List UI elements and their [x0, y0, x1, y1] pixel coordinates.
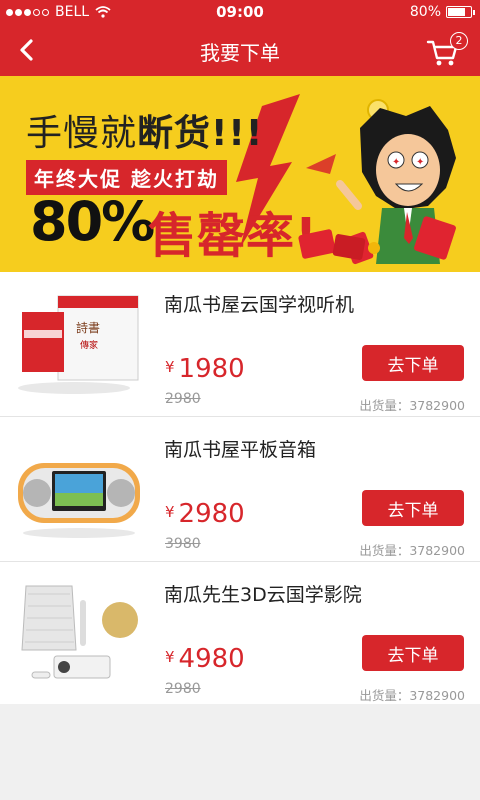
price-value: 4980: [178, 644, 245, 674]
order-button[interactable]: 去下单: [362, 345, 464, 381]
cart-button[interactable]: 2: [426, 32, 468, 68]
product-old-price: 2980: [165, 681, 201, 697]
currency-symbol: ¥: [165, 503, 175, 521]
svg-text:傳家: 傳家: [80, 339, 98, 351]
red-envelopes-decoration: [298, 229, 380, 260]
order-button[interactable]: 去下单: [362, 490, 464, 526]
product-price: ¥4980: [165, 644, 245, 674]
sales-label: 出货量：: [359, 543, 410, 558]
product-item[interactable]: 詩書 傳家 南瓜书屋云国学视听机 ¥1980 2980 去下单 出货量：3782…: [0, 272, 480, 417]
product-sales: 出货量：3782900: [359, 540, 465, 559]
svg-text:詩書: 詩書: [76, 321, 100, 335]
product-sales: 出货量：3782900: [359, 395, 465, 414]
product-item[interactable]: 南瓜先生3D云国学影院 ¥4980 2980 去下单 出货量：3782900: [0, 562, 480, 704]
product-price: ¥2980: [165, 499, 245, 529]
product-name: 南瓜先生3D云国学影院: [164, 584, 362, 606]
product-name: 南瓜书屋平板音箱: [164, 439, 317, 461]
sales-count: 3782900: [409, 543, 465, 558]
svg-text:✦: ✦: [392, 157, 400, 168]
battery-percent: 80%: [409, 4, 441, 20]
currency-symbol: ¥: [165, 358, 175, 376]
product-image-box-player: 詩書 傳家: [18, 295, 139, 394]
price-value: 1980: [178, 354, 245, 384]
cart-count-badge: 2: [450, 32, 468, 50]
product-image-projector: [21, 585, 138, 679]
order-button[interactable]: 去下单: [362, 635, 464, 671]
product-list: 詩書 傳家 南瓜书屋云国学视听机 ¥1980 2980 去下单 出货量：3782…: [0, 272, 480, 704]
sales-count: 3782900: [409, 398, 465, 413]
sales-count: 3782900: [409, 688, 465, 703]
page-title: 我要下单: [200, 41, 280, 65]
nav-bar: 我要下单 2: [0, 24, 480, 76]
currency-symbol: ¥: [165, 648, 175, 666]
promo-banner[interactable]: 手慢就断货!!! 年终大促 趁火打劫 80% 售罄率! ✦ ✦: [0, 76, 480, 272]
status-right: 80%: [409, 4, 475, 20]
status-bar: BELL 09:00 80%: [0, 0, 480, 24]
product-image-speaker: [18, 463, 140, 538]
banner-headline-bold: 断货!!!: [137, 113, 264, 154]
battery-icon: [446, 6, 475, 18]
product-old-price: 3980: [165, 536, 201, 552]
battery-fill: [448, 8, 466, 16]
banner-headline: 手慢就断货!!!: [26, 104, 263, 156]
product-sales: 出货量：3782900: [359, 685, 465, 704]
product-item[interactable]: 南瓜书屋平板音箱 ¥2980 3980 去下单 出货量：3782900: [0, 417, 480, 562]
product-price: ¥1980: [165, 354, 245, 384]
sales-label: 出货量：: [359, 688, 410, 703]
banner-headline-prefix: 手慢就: [26, 113, 138, 154]
price-value: 2980: [178, 499, 245, 529]
product-old-price: 2980: [165, 391, 201, 407]
sales-label: 出货量：: [359, 398, 410, 413]
banner-percent: 80%: [30, 190, 155, 253]
product-name: 南瓜书屋云国学视听机: [164, 294, 355, 316]
status-time: 09:00: [216, 3, 264, 21]
svg-text:✦: ✦: [416, 157, 424, 168]
